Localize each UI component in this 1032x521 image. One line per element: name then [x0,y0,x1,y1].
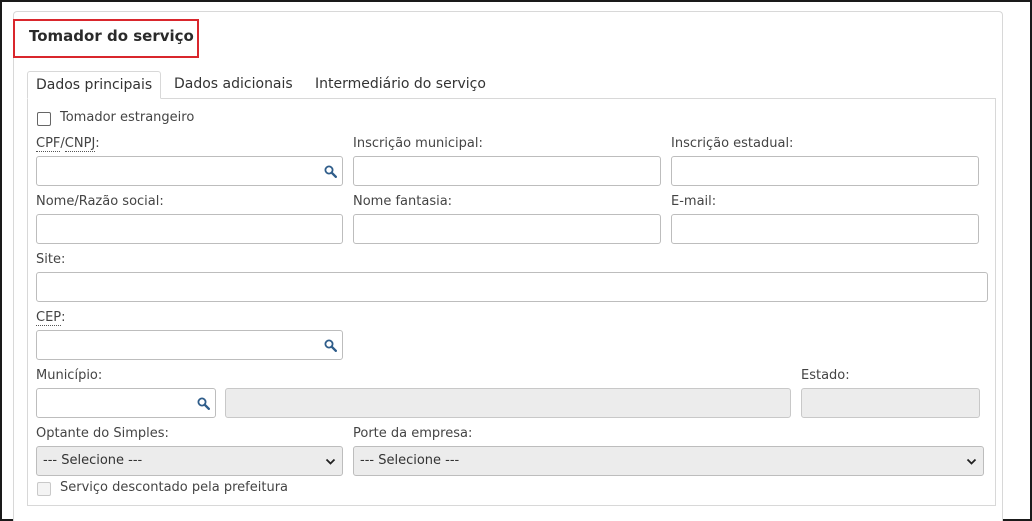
cpf-cnpj-input[interactable] [36,156,343,186]
chevron-down-icon [325,458,336,465]
cep-label: CEP: [36,310,66,326]
nome-fantasia-field[interactable] [354,215,660,243]
servico-descontado-label: Serviço descontado pela prefeitura [60,480,289,495]
nome-razao-field[interactable] [37,215,342,243]
cep-suffix: : [61,310,66,325]
cpf-abbr: CPF [36,136,61,152]
inscricao-municipal-input[interactable] [353,156,661,186]
search-icon[interactable] [197,397,210,410]
email-label: E-mail: [671,194,717,209]
inscricao-estadual-field[interactable] [672,157,978,185]
municipio-label: Município: [36,368,103,383]
tab-dados-principais[interactable]: Dados principais [27,71,161,99]
porte-empresa-label: Porte da empresa: [353,426,473,441]
nome-razao-input[interactable] [36,214,343,244]
municipio-name-readonly [225,388,791,418]
tomador-estrangeiro-checkbox[interactable] [37,112,51,126]
tomador-estrangeiro-label: Tomador estrangeiro [60,110,195,125]
porte-empresa-value: --- Selecione --- [360,453,460,468]
cpf-cnpj-label: CPF/CNPJ: [36,136,100,152]
email-field[interactable] [672,215,978,243]
cnpj-abbr: CNPJ [64,136,96,152]
tab-intermediario-servico[interactable]: Intermediário do serviço [307,71,494,99]
servico-descontado-checkbox[interactable] [37,482,51,496]
section-title: Tomador do serviço [13,19,199,58]
inscricao-municipal-label: Inscrição municipal: [353,136,483,151]
chevron-down-icon [966,458,977,465]
inscricao-estadual-label: Inscrição estadual: [671,136,794,151]
inscricao-municipal-field[interactable] [354,157,660,185]
nome-fantasia-input[interactable] [353,214,661,244]
cep-input[interactable] [36,330,343,360]
estado-readonly [801,388,980,418]
cep-abbr: CEP [36,310,62,326]
estado-label: Estado: [801,368,850,383]
municipio-code-field[interactable] [37,389,215,417]
nome-fantasia-label: Nome fantasia: [353,194,453,209]
cpf-cnpj-field[interactable] [37,157,342,185]
cep-field[interactable] [37,331,342,359]
tab-dados-adicionais[interactable]: Dados adicionais [166,71,301,99]
optante-simples-label: Optante do Simples: [36,426,169,441]
site-field[interactable] [37,273,987,301]
site-input[interactable] [36,272,988,302]
nome-razao-label: Nome/Razão social: [36,194,164,209]
site-label: Site: [36,252,66,267]
email-input[interactable] [671,214,979,244]
porte-empresa-select[interactable]: --- Selecione --- [353,446,984,476]
optante-simples-value: --- Selecione --- [43,453,143,468]
search-icon[interactable] [324,165,337,178]
cpf-suffix: : [95,136,100,151]
search-icon[interactable] [324,339,337,352]
municipio-code-input[interactable] [36,388,216,418]
optante-simples-select[interactable]: --- Selecione --- [36,446,343,476]
inscricao-estadual-input[interactable] [671,156,979,186]
